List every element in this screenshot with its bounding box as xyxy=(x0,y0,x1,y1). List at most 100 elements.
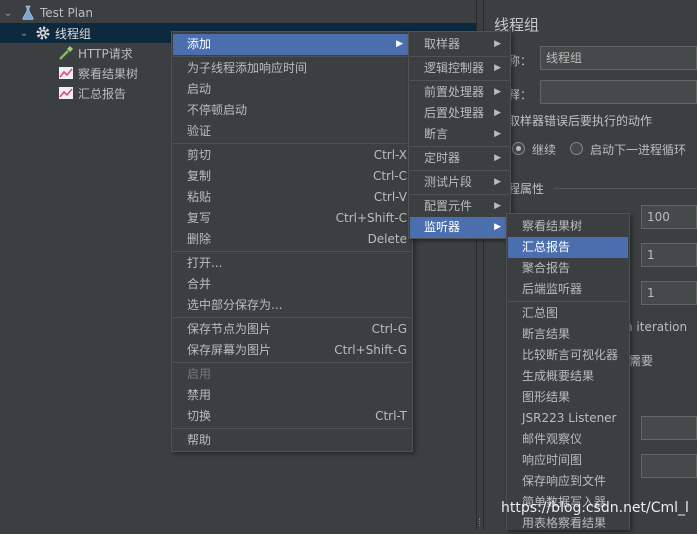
name-input[interactable]: 线程组 xyxy=(540,46,697,70)
threads-input[interactable]: 100 xyxy=(641,205,697,229)
submenu-arrow-icon: ▶ xyxy=(494,63,501,73)
listener-menu-item-3[interactable]: 后端监听器 xyxy=(508,279,628,300)
tree-label: Test Plan xyxy=(40,6,93,20)
loop-count-input[interactable]: 1 xyxy=(641,281,697,305)
context-menu-item-1[interactable]: 为子线程添加响应时间 xyxy=(173,58,411,79)
menu-item-label: 前置处理器 xyxy=(424,85,485,99)
tree-node-test-plan[interactable]: ⌄ Test Plan xyxy=(2,3,93,23)
listener-menu-item-0[interactable]: 察看结果树 xyxy=(508,216,628,237)
listener-menu-item-14[interactable]: 用表格察看结果 xyxy=(508,513,628,534)
menu-item-label: 不停顿启动 xyxy=(187,103,248,117)
delay-creation-text: 需要 xyxy=(629,354,654,368)
menu-separator xyxy=(173,362,411,363)
tree-node-view-results-tree[interactable]: 察看结果树 xyxy=(58,63,138,83)
startup-delay-input[interactable] xyxy=(641,454,697,478)
context-menu-item-6[interactable]: 复制 Ctrl-C xyxy=(173,166,411,187)
listener-menu-item-5[interactable]: 断言结果 xyxy=(508,324,628,345)
submenu-arrow-icon: ▶ xyxy=(494,108,501,118)
menu-item-label: 为子线程添加响应时间 xyxy=(187,61,308,75)
listener-menu-item-8[interactable]: 图形结果 xyxy=(508,387,628,408)
context-menu-item-13[interactable]: 保存节点为图片 Ctrl-G xyxy=(173,319,411,340)
submenu-arrow-icon: ▶ xyxy=(494,222,501,232)
submenu-arrow-icon: ▶ xyxy=(396,39,403,49)
menu-item-label: 定时器 xyxy=(424,151,461,165)
menu-item-label: 后端监听器 xyxy=(522,282,583,296)
add-menu-item-2[interactable]: 前置处理器 ▶ xyxy=(410,82,509,103)
listener-menu-item-11[interactable]: 响应时间图 xyxy=(508,450,628,471)
add-menu-item-4[interactable]: 断言 ▶ xyxy=(410,124,509,145)
add-menu-item-3[interactable]: 后置处理器 ▶ xyxy=(410,103,509,124)
tree-node-http-request[interactable]: HTTP请求 xyxy=(58,43,133,63)
add-menu-item-0[interactable]: 取样器 ▶ xyxy=(410,34,509,55)
submenu-arrow-icon: ▶ xyxy=(494,201,501,211)
menu-item-label: 聚合报告 xyxy=(522,261,571,275)
add-menu-item-8[interactable]: 监听器 ▶ xyxy=(410,217,509,238)
context-menu-item-11[interactable]: 合并 xyxy=(173,274,411,295)
shortcut-label: Ctrl-G xyxy=(371,322,407,336)
add-menu-item-5[interactable]: 定时器 ▶ xyxy=(410,148,509,169)
collapse-arrow-icon[interactable]: ⌄ xyxy=(2,8,14,19)
menu-separator xyxy=(173,251,411,252)
menu-item-label: 验证 xyxy=(187,124,212,138)
continue-radio[interactable] xyxy=(512,142,525,155)
listener-menu-item-2[interactable]: 聚合报告 xyxy=(508,258,628,279)
listener-menu-item-7[interactable]: 生成概要结果 xyxy=(508,366,628,387)
menu-separator xyxy=(410,170,509,171)
context-menu-item-7[interactable]: 粘贴 Ctrl-V xyxy=(173,187,411,208)
collapse-arrow-icon[interactable]: ⌄ xyxy=(18,28,30,39)
context-menu-item-0[interactable]: 添加 ▶ xyxy=(173,34,411,55)
splitter-grip[interactable] xyxy=(479,518,483,526)
listener-menu-item-6[interactable]: 比较断言可视化器 xyxy=(508,345,628,366)
menu-item-label: 邮件观察仪 xyxy=(522,432,583,446)
context-menu-item-9[interactable]: 删除 Delete xyxy=(173,229,411,250)
menu-item-label: 图形结果 xyxy=(522,390,571,404)
next-loop-radio[interactable] xyxy=(570,142,583,155)
add-menu-item-7[interactable]: 配置元件 ▶ xyxy=(410,196,509,217)
context-menu-item-12[interactable]: 选中部分保存为... xyxy=(173,295,411,316)
rampup-input[interactable]: 1 xyxy=(641,243,697,267)
menu-item-label: 添加 xyxy=(187,37,212,51)
listener-menu-item-1[interactable]: 汇总报告 xyxy=(508,237,628,258)
context-menu-item-8[interactable]: 复写 Ctrl+Shift-C xyxy=(173,208,411,229)
menu-item-label: 删除 xyxy=(187,232,212,246)
menu-item-label: 复制 xyxy=(187,169,212,183)
menu-item-label: 汇总报告 xyxy=(522,240,571,254)
shortcut-label: Delete xyxy=(367,232,407,246)
menu-separator xyxy=(410,194,509,195)
context-menu-item-10[interactable]: 打开... xyxy=(173,253,411,274)
gear-icon xyxy=(35,25,51,41)
menu-item-label: 启动 xyxy=(187,82,212,96)
context-menu-item-17[interactable]: 切换 Ctrl-T xyxy=(173,406,411,427)
tree-label: 汇总报告 xyxy=(78,86,127,101)
context-menu-item-3[interactable]: 不停顿启动 xyxy=(173,100,411,121)
shortcut-label: Ctrl+Shift-G xyxy=(334,343,407,357)
add-menu-item-6[interactable]: 测试片段 ▶ xyxy=(410,172,509,193)
shortcut-label: Ctrl-V xyxy=(373,190,407,204)
chart-icon xyxy=(58,65,74,81)
duration-input[interactable] xyxy=(641,416,697,440)
menu-item-label: JSR223 Listener xyxy=(522,411,617,425)
context-menu-item-4[interactable]: 验证 xyxy=(173,121,411,142)
submenu-arrow-icon: ▶ xyxy=(494,177,501,187)
context-menu-item-15: 启用 xyxy=(173,364,411,385)
context-menu-item-14[interactable]: 保存屏幕为图片 Ctrl+Shift-G xyxy=(173,340,411,361)
tree-label: HTTP请求 xyxy=(78,46,133,61)
add-menu-item-1[interactable]: 逻辑控制器 ▶ xyxy=(410,58,509,79)
menu-separator xyxy=(508,301,628,302)
submenu-arrow-icon: ▶ xyxy=(494,87,501,97)
menu-item-label: 取样器 xyxy=(424,37,461,51)
listener-menu-item-10[interactable]: 邮件观察仪 xyxy=(508,429,628,450)
tree-node-summary-report[interactable]: 汇总报告 xyxy=(58,83,126,103)
listener-menu-item-9[interactable]: JSR223 Listener xyxy=(508,408,628,429)
context-menu-item-18[interactable]: 帮助 xyxy=(173,430,411,451)
menu-item-label: 响应时间图 xyxy=(522,453,583,467)
context-menu-item-2[interactable]: 启动 xyxy=(173,79,411,100)
menu-item-label: 复写 xyxy=(187,211,212,225)
context-menu-item-16[interactable]: 禁用 xyxy=(173,385,411,406)
listener-menu-item-4[interactable]: 汇总图 xyxy=(508,303,628,324)
menu-separator xyxy=(410,80,509,81)
listener-menu-item-12[interactable]: 保存响应到文件 xyxy=(508,471,628,492)
comment-input[interactable] xyxy=(540,80,697,104)
pipette-icon xyxy=(58,45,74,61)
context-menu-item-5[interactable]: 剪切 Ctrl-X xyxy=(173,145,411,166)
